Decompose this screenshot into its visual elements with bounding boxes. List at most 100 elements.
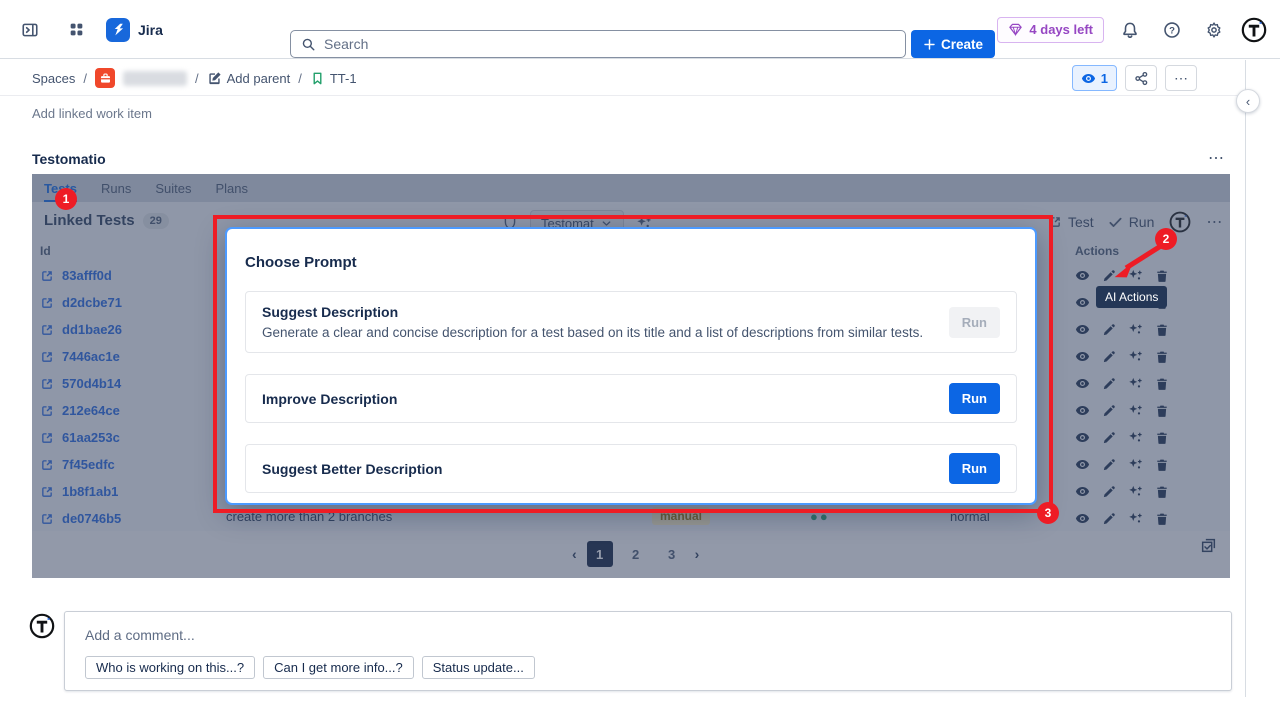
ai-actions-icon[interactable] [1128, 484, 1143, 499]
external-link-icon [40, 485, 54, 499]
settings-button[interactable] [1198, 14, 1230, 46]
quick-reply-status-update[interactable]: Status update... [422, 656, 535, 679]
external-link-icon [1048, 215, 1062, 229]
view-test-icon[interactable] [1075, 268, 1090, 283]
watchers-button[interactable]: 1 [1072, 65, 1117, 91]
delete-test-icon[interactable] [1155, 323, 1169, 337]
edit-test-icon[interactable] [1102, 269, 1116, 283]
ai-actions-icon[interactable] [1128, 322, 1143, 337]
comment-input[interactable]: Add a comment... [85, 627, 195, 643]
tab-suites[interactable]: Suites [155, 181, 191, 202]
test-id-link[interactable]: 7f45edfc [62, 457, 115, 472]
edit-test-icon[interactable] [1102, 404, 1116, 418]
test-id-link[interactable]: 83afff0d [62, 268, 112, 283]
test-id-row: 1b8f1ab1 [32, 478, 252, 505]
delete-test-icon[interactable] [1155, 458, 1169, 472]
delete-test-icon[interactable] [1155, 377, 1169, 391]
run-tests-button[interactable]: Run [1108, 214, 1155, 230]
test-id-column: 83afff0d d2dcbe71 dd1bae26 7446ac1e 570d4b14… [32, 262, 252, 532]
delete-test-icon[interactable] [1155, 431, 1169, 445]
add-linked-work-item[interactable]: Add linked work item [32, 106, 152, 121]
sidebar-toggle-button[interactable] [14, 14, 46, 46]
panel-tabs: Tests Runs Suites Plans [32, 174, 1230, 202]
project-avatar[interactable] [95, 68, 115, 88]
search-input[interactable] [324, 36, 895, 52]
tab-plans[interactable]: Plans [216, 181, 249, 202]
view-test-icon[interactable] [1075, 295, 1090, 310]
next-page-button[interactable]: › [695, 546, 700, 562]
view-test-icon[interactable] [1075, 403, 1090, 418]
prev-page-button[interactable]: ‹ [572, 546, 577, 562]
edit-test-icon[interactable] [1102, 377, 1116, 391]
linked-tests-more-button[interactable]: ⋯ [1206, 212, 1223, 232]
test-id-link[interactable]: d2dcbe71 [62, 295, 122, 310]
delete-test-icon[interactable] [1155, 404, 1169, 418]
quick-reply-who-working[interactable]: Who is working on this...? [85, 656, 255, 679]
run-button[interactable]: Run [949, 383, 1000, 414]
view-test-icon[interactable] [1075, 457, 1090, 472]
ai-actions-icon[interactable] [1128, 430, 1143, 445]
edit-test-icon[interactable] [1102, 431, 1116, 445]
breadcrumb-spaces[interactable]: Spaces [32, 71, 75, 86]
choose-prompt-modal: Choose Prompt Suggest Description Genera… [225, 227, 1037, 505]
view-test-icon[interactable] [1075, 430, 1090, 445]
add-test-button[interactable]: Test [1048, 214, 1094, 230]
ai-actions-icon[interactable] [1128, 403, 1143, 418]
view-test-icon[interactable] [1075, 349, 1090, 364]
page-button-3[interactable]: 3 [659, 541, 685, 567]
top-navbar: Jira Create 4 days left [0, 0, 1280, 59]
delete-test-icon[interactable] [1155, 350, 1169, 364]
page-button-1[interactable]: 1 [587, 541, 613, 567]
page-button-2[interactable]: 2 [623, 541, 649, 567]
test-id-row: 83afff0d [32, 262, 252, 289]
app-window: Jira Create 4 days left Spaces / [0, 0, 1280, 720]
comment-avatar [28, 612, 56, 640]
ai-actions-icon[interactable] [1128, 376, 1143, 391]
test-id-link[interactable]: dd1bae26 [62, 322, 122, 337]
view-test-icon[interactable] [1075, 376, 1090, 391]
prompt-option-suggest-description[interactable]: Suggest Description Generate a clear and… [245, 291, 1017, 353]
view-test-icon[interactable] [1075, 484, 1090, 499]
add-parent-button[interactable]: Add parent [207, 71, 291, 86]
run-button[interactable]: Run [949, 453, 1000, 484]
bookmark-icon [310, 71, 325, 86]
app-switcher-button[interactable] [60, 14, 92, 46]
project-name-redacted[interactable] [123, 71, 187, 86]
ai-actions-icon[interactable] [1128, 457, 1143, 472]
breadcrumb-bar: Spaces / / Add parent / TT-1 1 ⋯ [0, 60, 1245, 96]
copy-selection-icon[interactable] [1200, 537, 1217, 554]
help-button[interactable] [1156, 14, 1188, 46]
breadcrumb-issue-key[interactable]: TT-1 [310, 71, 357, 86]
prompt-option-text: Suggest Description Generate a clear and… [262, 304, 933, 340]
more-actions-button[interactable]: ⋯ [1165, 65, 1197, 91]
jira-brand[interactable]: Jira [106, 18, 163, 42]
trial-badge-label: 4 days left [1029, 22, 1093, 37]
trial-badge[interactable]: 4 days left [997, 17, 1104, 43]
create-button[interactable]: Create [911, 30, 995, 58]
quick-reply-more-info[interactable]: Can I get more info...? [263, 656, 414, 679]
delete-test-icon[interactable] [1155, 485, 1169, 499]
panel-more-button[interactable]: ⋯ [1208, 148, 1225, 168]
ai-actions-icon[interactable] [1128, 268, 1143, 283]
notifications-button[interactable] [1114, 14, 1146, 46]
ai-actions-icon[interactable] [1128, 349, 1143, 364]
test-id-link[interactable]: 61aa253c [62, 430, 120, 445]
prompt-option-suggest-better-description[interactable]: Suggest Better Description Run [245, 444, 1017, 493]
collapse-panel-button[interactable]: ‹ [1236, 89, 1260, 113]
edit-test-icon[interactable] [1102, 485, 1116, 499]
edit-test-icon[interactable] [1102, 350, 1116, 364]
test-id-link[interactable]: 212e64ce [62, 403, 120, 418]
test-id-link[interactable]: 7446ac1e [62, 349, 120, 364]
delete-test-icon[interactable] [1155, 269, 1169, 283]
global-search[interactable] [290, 30, 906, 58]
user-avatar[interactable] [1240, 16, 1268, 44]
edit-test-icon[interactable] [1102, 458, 1116, 472]
view-test-icon[interactable] [1075, 322, 1090, 337]
tab-runs[interactable]: Runs [101, 181, 131, 202]
prompt-option-improve-description[interactable]: Improve Description Run [245, 374, 1017, 423]
edit-test-icon[interactable] [1102, 323, 1116, 337]
help-icon [1163, 21, 1181, 39]
test-id-link[interactable]: 570d4b14 [62, 376, 121, 391]
test-id-link[interactable]: 1b8f1ab1 [62, 484, 118, 499]
share-button[interactable] [1125, 65, 1157, 91]
